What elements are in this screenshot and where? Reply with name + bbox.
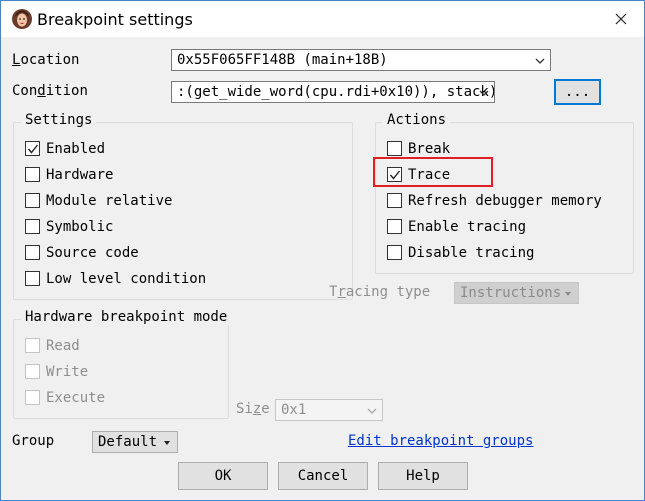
- group-label: Group: [12, 433, 55, 449]
- enabled-label[interactable]: Enabled: [46, 141, 105, 157]
- hardware-checkbox[interactable]: [25, 167, 40, 182]
- symbolic-label[interactable]: Symbolic: [46, 219, 113, 235]
- symbolic-checkbox[interactable]: [25, 219, 40, 234]
- checkmark-icon: [27, 144, 39, 154]
- refresh-debugger-memory-checkbox[interactable]: [387, 193, 402, 208]
- enable-tracing-label[interactable]: Enable tracing: [408, 219, 526, 235]
- location-combobox[interactable]: 0x55F065FF148B (main+18B): [171, 49, 551, 71]
- write-label[interactable]: Write: [46, 364, 88, 380]
- tracing-type-combobox[interactable]: Instructions: [454, 282, 579, 304]
- disable-tracing-label[interactable]: Disable tracing: [408, 245, 534, 261]
- break-checkbox[interactable]: [387, 141, 402, 156]
- size-combobox[interactable]: 0x1: [275, 399, 383, 421]
- ok-button[interactable]: OK: [178, 462, 268, 490]
- condition-value: :(get_wide_word(cpu.rdi+0x10)), stack): [177, 84, 495, 100]
- help-label: Help: [406, 468, 440, 484]
- trace-highlight-box: [373, 157, 493, 187]
- module-relative-checkbox[interactable]: [25, 193, 40, 208]
- write-checkbox[interactable]: [25, 364, 40, 379]
- cancel-label: Cancel: [297, 468, 349, 484]
- source-code-checkbox[interactable]: [25, 245, 40, 260]
- group-value: Default: [98, 434, 158, 450]
- read-label[interactable]: Read: [46, 338, 80, 354]
- tracing-type-value: Instructions: [460, 285, 562, 301]
- ok-label: OK: [214, 468, 232, 484]
- size-label: Size: [236, 401, 270, 417]
- low-level-condition-label[interactable]: Low level condition: [46, 271, 206, 287]
- enable-tracing-checkbox[interactable]: [387, 219, 402, 234]
- help-button[interactable]: Help: [378, 462, 468, 490]
- hardware-breakpoint-mode-title: Hardware breakpoint mode: [21, 309, 232, 325]
- break-label[interactable]: Break: [408, 141, 450, 157]
- disable-tracing-checkbox[interactable]: [387, 245, 402, 260]
- source-code-label[interactable]: Source code: [46, 245, 139, 261]
- low-level-condition-checkbox[interactable]: [25, 271, 40, 286]
- tracing-type-label: Tracing type: [329, 284, 431, 300]
- location-label-text: ocation: [20, 52, 80, 68]
- enabled-checkbox[interactable]: [25, 141, 40, 156]
- hardware-label[interactable]: Hardware: [46, 167, 113, 183]
- execute-label[interactable]: Execute: [46, 390, 105, 406]
- condition-label: Condition: [12, 83, 88, 99]
- close-icon: [615, 13, 627, 25]
- cancel-button[interactable]: Cancel: [278, 462, 368, 490]
- execute-checkbox[interactable]: [25, 390, 40, 405]
- condition-combobox[interactable]: :(get_wide_word(cpu.rdi+0x10)), stack): [171, 81, 495, 103]
- app-logo-icon: [12, 9, 32, 29]
- chevron-down-icon: [479, 90, 489, 96]
- read-checkbox[interactable]: [25, 338, 40, 353]
- window-title: Breakpoint settings: [37, 10, 193, 29]
- size-value: 0x1: [281, 402, 307, 418]
- condition-browse-button[interactable]: ...: [554, 79, 601, 105]
- refresh-debugger-memory-label[interactable]: Refresh debugger memory: [408, 193, 602, 209]
- settings-group-title: Settings: [21, 112, 97, 128]
- chevron-down-icon: [367, 408, 377, 414]
- dropdown-arrow-icon: [565, 292, 571, 296]
- chevron-down-icon: [535, 58, 545, 64]
- browse-label: ...: [564, 84, 591, 100]
- module-relative-label[interactable]: Module relative: [46, 193, 172, 209]
- location-label: Location: [12, 52, 80, 68]
- breakpoint-settings-dialog: Breakpoint settings Location 0x55F065FF1…: [0, 0, 645, 501]
- close-button[interactable]: [598, 1, 644, 37]
- group-combobox[interactable]: Default: [92, 431, 178, 453]
- edit-breakpoint-groups-link[interactable]: Edit breakpoint groups: [348, 433, 533, 449]
- dropdown-arrow-icon: [164, 441, 170, 445]
- actions-group-title: Actions: [383, 112, 451, 128]
- location-value: 0x55F065FF148B (main+18B): [177, 52, 388, 68]
- title-bar[interactable]: Breakpoint settings: [1, 1, 644, 37]
